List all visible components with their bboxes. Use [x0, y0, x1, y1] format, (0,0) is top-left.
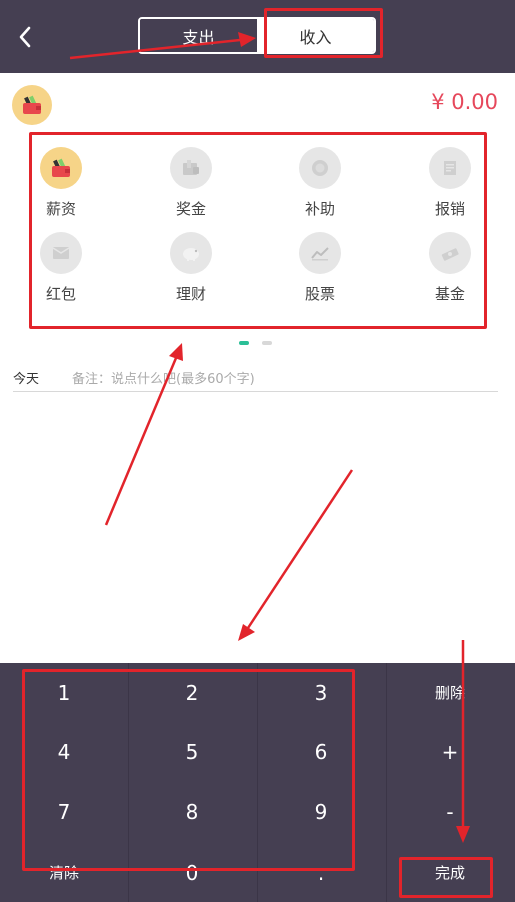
back-button[interactable]	[10, 20, 40, 54]
delete-button[interactable]: 删除	[386, 663, 514, 722]
category-label: 补助	[304, 200, 335, 218]
category-icon-bg	[299, 232, 341, 274]
category-label: 理财	[175, 285, 206, 303]
type-segmented-control: 支出 收入	[138, 17, 376, 54]
category-label: 股票	[304, 285, 335, 303]
done-button[interactable]: 完成	[386, 843, 514, 902]
tab-income[interactable]: 收入	[257, 19, 374, 52]
piggy-bank-icon	[183, 248, 199, 261]
stock-chart-icon	[311, 247, 329, 261]
category-icon-bg	[299, 147, 341, 189]
fund-icon	[441, 248, 459, 261]
bonus-icon	[183, 160, 199, 175]
plus-button[interactable]: +	[386, 722, 514, 781]
date-label[interactable]: 今天	[13, 368, 39, 387]
reimburse-icon	[444, 161, 456, 175]
category-red-packet[interactable]: 红包	[21, 232, 101, 304]
category-label: 报销	[434, 200, 465, 218]
category-bonus[interactable]: 奖金	[151, 147, 231, 219]
category-stock[interactable]: 股票	[280, 232, 360, 304]
note-divider	[13, 391, 498, 392]
category-label: 红包	[45, 285, 76, 303]
key-6[interactable]: 6	[257, 722, 385, 781]
category-reimburse[interactable]: 报销	[410, 147, 490, 219]
page-indicator-active	[239, 341, 249, 345]
tab-expense[interactable]: 支出	[140, 19, 257, 52]
category-icon-bg	[170, 147, 212, 189]
key-3[interactable]: 3	[257, 663, 385, 722]
category-icon-bg	[429, 147, 471, 189]
subsidy-icon	[312, 160, 328, 176]
wallet-icon	[52, 158, 70, 177]
red-packet-icon	[52, 247, 70, 259]
amount-display: ¥ 0.00	[431, 90, 498, 114]
category-label: 基金	[434, 285, 465, 303]
key-9[interactable]: 9	[257, 782, 385, 841]
clear-button[interactable]: 清除	[0, 843, 128, 902]
chevron-left-icon	[19, 26, 31, 48]
key-7[interactable]: 7	[0, 782, 128, 841]
key-4[interactable]: 4	[0, 722, 128, 781]
category-icon-bg	[170, 232, 212, 274]
page-indicator-inactive	[262, 341, 272, 345]
minus-button[interactable]: -	[386, 782, 514, 841]
category-icon-bg	[40, 232, 82, 274]
key-2[interactable]: 2	[128, 663, 256, 722]
category-fund[interactable]: 基金	[410, 232, 490, 304]
category-salary[interactable]: 薪资	[21, 147, 101, 219]
category-icon-bg	[40, 147, 82, 189]
key-8[interactable]: 8	[128, 782, 256, 841]
category-subsidy[interactable]: 补助	[280, 147, 360, 219]
category-label: 薪资	[45, 200, 76, 218]
category-label: 奖金	[175, 200, 206, 218]
key-dot[interactable]: .	[257, 843, 385, 902]
annotation-arrow-to-keypad	[238, 469, 354, 641]
category-icon-bg	[429, 232, 471, 274]
key-5[interactable]: 5	[128, 722, 256, 781]
key-1[interactable]: 1	[0, 663, 128, 722]
category-finance[interactable]: 理财	[151, 232, 231, 304]
key-0[interactable]: 0	[128, 843, 256, 902]
selected-category-icon	[12, 85, 52, 125]
wallet-icon	[23, 95, 41, 114]
note-input[interactable]: 备注：说点什么吧(最多60个字)	[72, 368, 255, 387]
